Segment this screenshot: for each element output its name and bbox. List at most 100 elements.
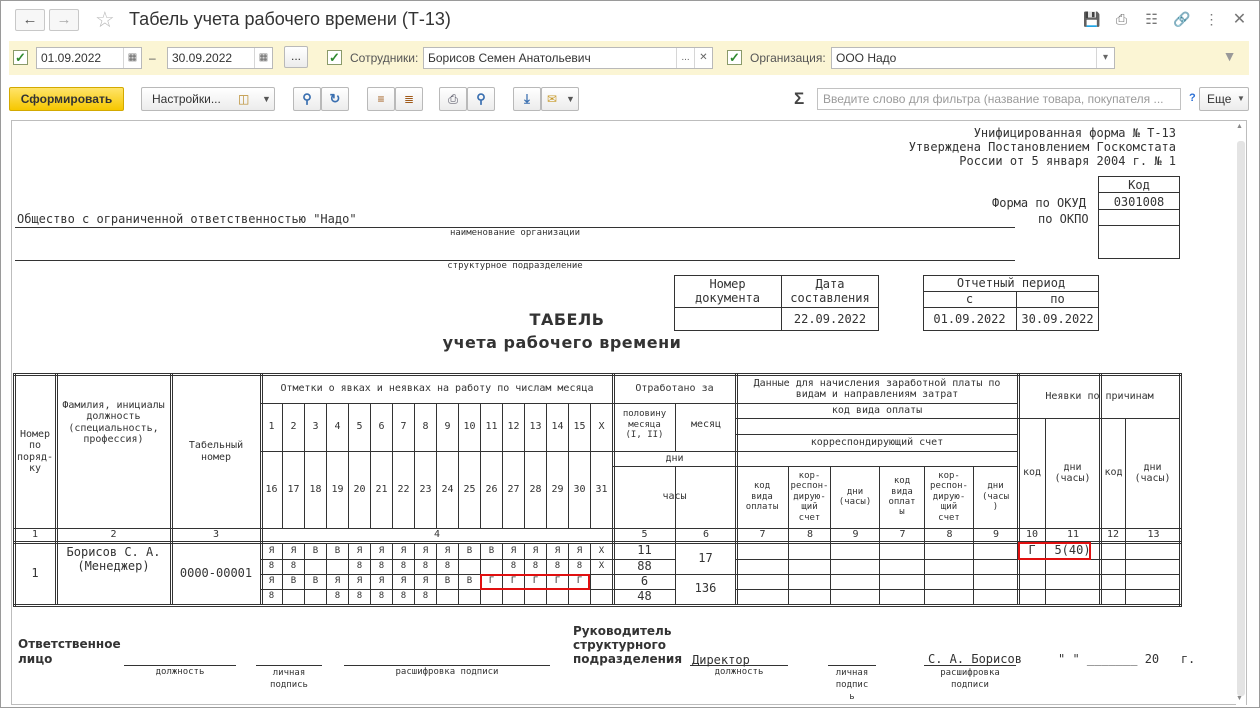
- col-header-month: месяц: [690, 419, 722, 431]
- day-number: 10: [463, 421, 476, 433]
- divider: [828, 665, 876, 666]
- employees-value: Борисов Семен Анатольевич: [428, 51, 591, 65]
- col-header-pay-sub: дни (часы): [838, 486, 872, 507]
- scroll-down-icon[interactable]: ▼: [1236, 695, 1243, 702]
- month-hours: 136: [694, 581, 717, 596]
- date-to-value: 30.09.2022: [172, 51, 233, 65]
- back-arrow-icon[interactable]: ←: [15, 9, 45, 31]
- grid-line: [1017, 373, 1018, 604]
- spreadsheet-document[interactable]: Унифицированная форма № Т-13 Утверждена …: [11, 120, 1247, 705]
- date-dash: –: [149, 51, 156, 65]
- employees-checkbox[interactable]: ✓: [327, 50, 342, 65]
- col-header-hours: часы: [662, 491, 687, 503]
- filter-bar: ✓ 01.09.2022 ▦ – 30.09.2022 ▦ ... ✓ Сотр…: [9, 41, 1249, 75]
- day-mark: Х: [598, 561, 605, 572]
- day-number: 3: [312, 421, 319, 433]
- col-header-pay-code: код вида оплаты: [831, 404, 923, 416]
- download-icon[interactable]: ⤓: [513, 87, 541, 111]
- employees-input[interactable]: Борисов Семен Анатольевич ... ✕: [423, 47, 713, 69]
- org-input[interactable]: ООО Надо ▾: [831, 47, 1115, 69]
- sigma-icon[interactable]: Σ: [794, 89, 804, 109]
- scrollbar-thumb[interactable]: [1237, 141, 1245, 696]
- report-title: ТАБЕЛЬ: [529, 310, 605, 329]
- date-to-input[interactable]: 30.09.2022 ▦: [167, 47, 273, 69]
- period-checkbox[interactable]: ✓: [13, 50, 28, 65]
- day-number: 28: [529, 483, 542, 495]
- sign-caption: личная подпис ь: [835, 668, 869, 702]
- position-caption: должность: [714, 667, 764, 677]
- settings-button[interactable]: Настройки... ◫ ▼: [141, 87, 275, 111]
- column-number: 1: [31, 528, 39, 540]
- day-number: 21: [375, 483, 388, 495]
- day-mark: Я: [268, 576, 275, 587]
- print-icon[interactable]: ⎙: [1113, 11, 1130, 28]
- save-icon[interactable]: 💾: [1083, 11, 1100, 28]
- period-select-button[interactable]: ...: [284, 46, 308, 68]
- help-icon[interactable]: ?: [1189, 92, 1196, 104]
- calendar-icon[interactable]: ▦: [254, 48, 272, 68]
- date-from-input[interactable]: 01.09.2022 ▦: [36, 47, 142, 69]
- collapse-groups-icon[interactable]: ≣: [395, 87, 423, 111]
- vertical-scrollbar[interactable]: ▲ ▼: [1236, 121, 1246, 705]
- grid-line: [735, 451, 1017, 452]
- day-mark: Я: [356, 545, 363, 556]
- day-mark: Я: [400, 576, 407, 587]
- dropdown-icon[interactable]: ▾: [1096, 48, 1114, 68]
- day-mark: Я: [268, 545, 275, 556]
- clear-icon[interactable]: ✕: [694, 48, 712, 68]
- expand-groups-icon[interactable]: ≡: [367, 87, 395, 111]
- column-number: 5: [641, 528, 648, 540]
- day-mark: 8: [422, 561, 429, 572]
- preview-icon[interactable]: ☷: [1143, 11, 1160, 28]
- refresh-search-icon[interactable]: ↻: [321, 87, 349, 111]
- calendar-icon[interactable]: ▦: [123, 48, 141, 68]
- org-value: ООО Надо: [836, 51, 897, 65]
- day-mark: Х: [598, 545, 605, 556]
- day-number: 29: [551, 483, 564, 495]
- generate-button[interactable]: Сформировать: [9, 87, 124, 111]
- more-button[interactable]: Еще ▼: [1199, 87, 1249, 111]
- col-header-number: Номер по поряд- ку: [16, 428, 54, 475]
- day-number: 1: [268, 421, 275, 433]
- day-mark: 8: [334, 591, 341, 602]
- link-icon[interactable]: 🔗: [1173, 11, 1190, 28]
- more-vertical-icon[interactable]: ⋮: [1203, 11, 1220, 28]
- col-header-corr-account: корреспондирующий счет: [810, 436, 944, 448]
- find-icon[interactable]: ⚲: [293, 87, 321, 111]
- search-input[interactable]: Введите слово для фильтра (название това…: [817, 88, 1181, 110]
- col-header-pay-sub: кор- респон- дирую- щий счет: [790, 471, 829, 523]
- divider: [690, 665, 788, 666]
- col-header-pay-sub: код вида оплат ы: [888, 476, 916, 518]
- org-caption: наименование организации: [449, 228, 581, 238]
- send-email-button[interactable]: ✉ ▼: [541, 87, 579, 111]
- divider: [924, 665, 1016, 666]
- day-number: 13: [529, 421, 542, 433]
- forward-arrow-icon[interactable]: →: [49, 9, 79, 31]
- favorite-star-icon[interactable]: ☆: [95, 7, 115, 33]
- day-number: 20: [353, 483, 366, 495]
- col-header-marks: Отметки о явках и неявках на работу по ч…: [280, 383, 594, 395]
- select-ellipsis-icon[interactable]: ...: [676, 48, 694, 68]
- employees-label: Сотрудники:: [350, 51, 419, 65]
- print-button-icon[interactable]: ⎙: [439, 87, 467, 111]
- day-number: 31: [595, 483, 608, 495]
- day-number: 4: [334, 421, 341, 433]
- date-from-value: 01.09.2022: [41, 51, 102, 65]
- filter-funnel-icon[interactable]: ▼: [1221, 48, 1238, 65]
- col-header-pay-sub: кор- респон- дирую- щий счет: [930, 471, 968, 523]
- day-mark: В: [466, 545, 473, 556]
- close-icon[interactable]: ✕: [1231, 11, 1248, 28]
- day-mark: 8: [532, 561, 539, 572]
- day-mark: Я: [378, 545, 385, 556]
- day-number: 2: [290, 421, 297, 433]
- table-border: [13, 606, 1181, 607]
- highlight-vacation-days: [480, 574, 590, 590]
- scroll-up-icon[interactable]: ▲: [1236, 123, 1243, 130]
- org-name: Общество с ограниченной ответственностью…: [17, 212, 357, 226]
- org-checkbox[interactable]: ✓: [727, 50, 742, 65]
- row-number: 1: [31, 565, 39, 580]
- employee-tab-number: 0000-00001: [179, 565, 253, 580]
- day-number: 9: [444, 421, 451, 433]
- print-preview-icon[interactable]: ⚲: [467, 87, 495, 111]
- column-number: 6: [702, 528, 710, 540]
